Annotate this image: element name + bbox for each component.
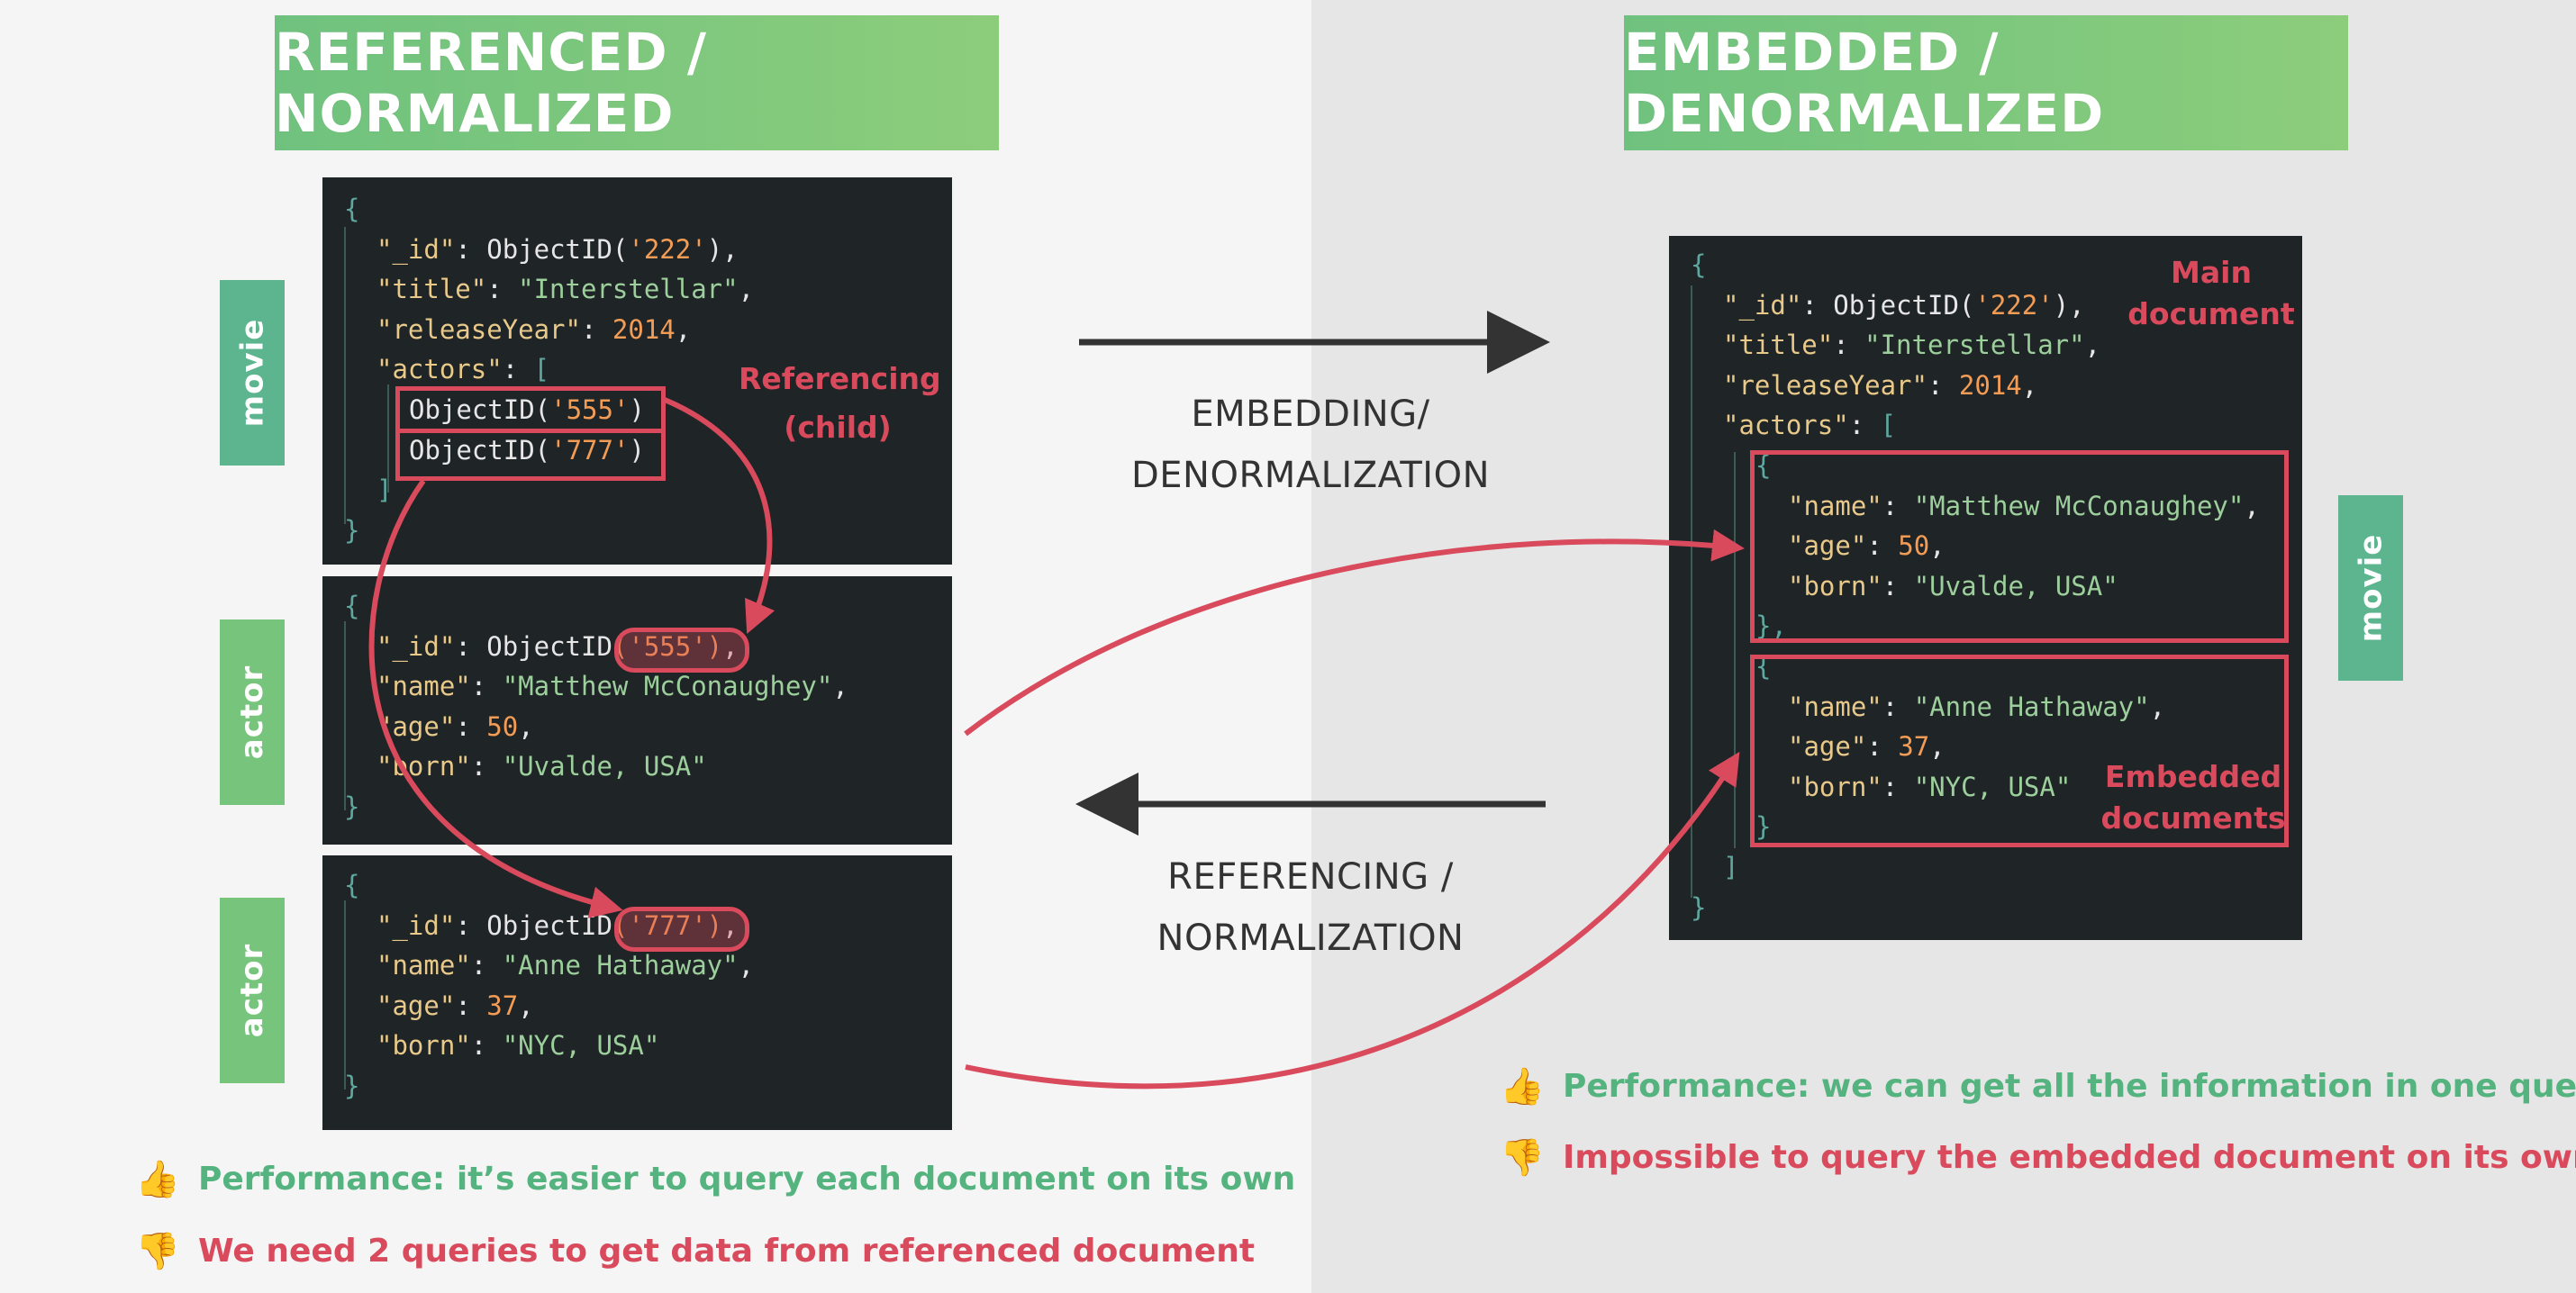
left-con-bullet: 👎 We need 2 queries to get data from refe… (135, 1231, 1256, 1272)
reference-arrow-555 (663, 397, 776, 635)
embed-arrow-actor2 (965, 751, 1740, 1090)
right-pro-bullet: 👍 Performance: we can get all the informa… (1500, 1066, 2576, 1108)
thumbs-up-icon: 👍 (1500, 1066, 1545, 1108)
thumbs-down-icon: 👎 (1500, 1137, 1545, 1179)
right-con-bullet: 👎 Impossible to query the embedded docume… (1500, 1137, 2576, 1179)
left-pro-bullet: 👍 Performance: it’s easier to query each … (135, 1159, 1296, 1200)
reference-arrow-777 (368, 479, 623, 918)
thumbs-down-icon: 👎 (135, 1231, 180, 1272)
thumbs-up-icon: 👍 (135, 1159, 180, 1200)
embed-arrow-actor1 (964, 529, 1745, 737)
